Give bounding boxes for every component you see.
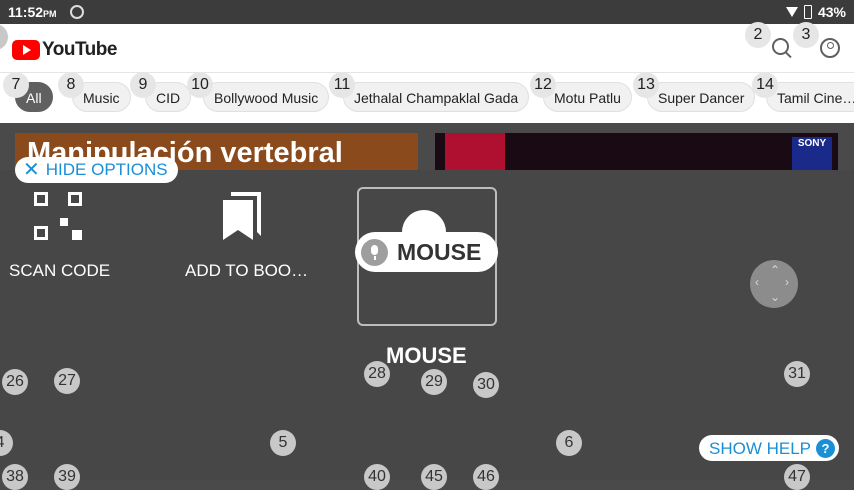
youtube-play-icon	[12, 40, 40, 60]
chip-super-dancer[interactable]: Super Dancer	[647, 82, 756, 112]
scan-code-label[interactable]: SCAN CODE	[9, 261, 110, 281]
number-badge[interactable]: 3	[793, 22, 819, 48]
move-handle-icon[interactable]: ⌃ ⌄ ‹ ›	[750, 260, 798, 308]
number-badge[interactable]: 28	[364, 361, 390, 387]
account-icon[interactable]	[820, 38, 840, 58]
number-badge[interactable]: 10	[187, 72, 213, 98]
number-badge[interactable]: 40	[364, 464, 390, 490]
battery-level: 43%	[817, 4, 846, 20]
number-badge[interactable]: 5	[270, 430, 296, 456]
bookmark-icon[interactable]	[221, 190, 263, 242]
number-badge[interactable]: 13	[633, 72, 659, 98]
chip-jethalal[interactable]: Jethalal Champaklal Gada	[343, 82, 530, 112]
number-badge[interactable]: 46	[473, 464, 499, 490]
number-badge[interactable]: 12	[530, 72, 556, 98]
battery-icon	[803, 5, 812, 19]
clock: 11:52PM	[8, 4, 57, 20]
number-badge[interactable]: 14	[752, 72, 778, 98]
voice-command-text: MOUSE	[397, 239, 482, 265]
mic-icon	[361, 239, 388, 266]
video-thumbnail[interactable]: SONY	[435, 133, 838, 170]
chip-bollywood-music[interactable]: Bollywood Music	[203, 82, 330, 112]
chip-tamil-cinema[interactable]: Tamil Cine…	[766, 82, 854, 112]
number-badge[interactable]: 26	[2, 369, 28, 395]
number-badge[interactable]: 38	[2, 464, 28, 490]
mouse-option-label[interactable]: MOUSE	[386, 343, 467, 369]
number-badge[interactable]: 29	[421, 369, 447, 395]
number-badge[interactable]: 47	[784, 464, 810, 490]
number-badge[interactable]: 7	[3, 72, 29, 98]
number-badge[interactable]: 11	[329, 72, 355, 98]
search-icon[interactable]	[772, 38, 789, 55]
number-badge[interactable]: 31	[784, 361, 810, 387]
number-badge[interactable]: 39	[54, 464, 80, 490]
qr-code-icon[interactable]	[34, 192, 82, 240]
number-badge[interactable]: 27	[54, 368, 80, 394]
hide-options-button[interactable]: ✕ HIDE OPTIONS	[15, 157, 178, 183]
number-badge[interactable]: 8	[58, 72, 84, 98]
help-icon: ?	[816, 439, 835, 458]
number-badge[interactable]: 2	[745, 22, 771, 48]
close-icon: ✕	[23, 159, 40, 181]
filter-chips-bar: All Music CID Bollywood Music Jethalal C…	[0, 72, 854, 123]
number-badge[interactable]: 45	[421, 464, 447, 490]
number-badge[interactable]: 6	[556, 430, 582, 456]
show-help-button[interactable]: SHOW HELP ?	[699, 435, 839, 461]
status-bar: 11:52PM 43%	[0, 0, 854, 24]
chip-motu-patlu[interactable]: Motu Patlu	[543, 82, 632, 112]
sync-icon	[70, 5, 84, 19]
number-badge[interactable]: 30	[473, 372, 499, 398]
add-to-bookmarks-label[interactable]: ADD TO BOO…	[185, 261, 308, 281]
youtube-header: YouTube	[0, 24, 854, 72]
wifi-icon	[785, 7, 798, 17]
sony-logo: SONY	[792, 137, 832, 170]
youtube-logo[interactable]: YouTube	[12, 39, 117, 61]
number-badge[interactable]: 9	[130, 72, 156, 98]
